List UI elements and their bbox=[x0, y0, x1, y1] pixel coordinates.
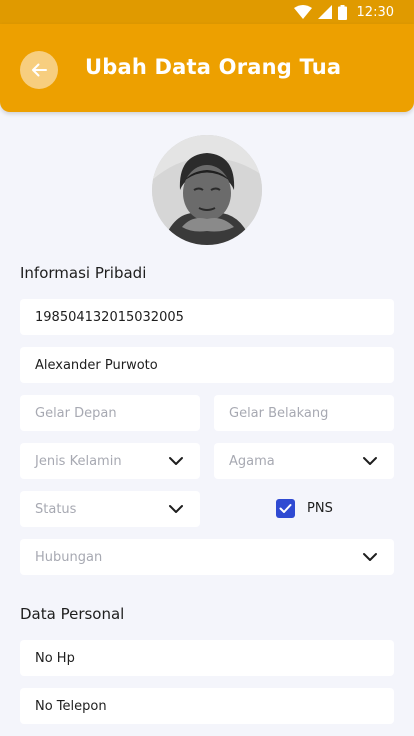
chevron-down-icon bbox=[169, 505, 183, 513]
page-title: Ubah Data Orang Tua bbox=[85, 55, 342, 79]
avatar[interactable] bbox=[152, 135, 262, 245]
arrow-left-icon bbox=[32, 63, 47, 77]
mobile-number-field[interactable]: No Hp bbox=[20, 640, 394, 676]
profile-photo bbox=[152, 135, 262, 245]
chevron-down-icon bbox=[363, 553, 377, 561]
name-field[interactable]: Alexander Purwoto bbox=[20, 347, 394, 383]
status-select-placeholder: Status bbox=[35, 501, 77, 517]
phone-number-field[interactable]: No Telepon bbox=[20, 688, 394, 724]
nip-field[interactable]: 198504132015032005 bbox=[20, 299, 394, 335]
chevron-down-icon bbox=[363, 457, 377, 465]
battery-icon bbox=[337, 4, 347, 20]
gender-select-placeholder: Jenis Kelamin bbox=[35, 453, 122, 469]
religion-select-placeholder: Agama bbox=[229, 453, 275, 469]
status-icons: 12:30 bbox=[293, 3, 394, 21]
wifi-icon bbox=[293, 5, 312, 19]
status-time: 12:30 bbox=[356, 4, 394, 20]
signal-icon bbox=[317, 5, 332, 19]
section-title-personal-data: Data Personal bbox=[20, 605, 125, 623]
section-title-personal-info: Informasi Pribadi bbox=[20, 264, 147, 282]
chevron-down-icon bbox=[169, 457, 183, 465]
app-bar: Ubah Data Orang Tua bbox=[0, 24, 414, 112]
pns-checkbox[interactable]: PNS bbox=[276, 499, 333, 518]
checkbox-checked-icon bbox=[276, 499, 295, 518]
status-select[interactable]: Status bbox=[20, 491, 200, 527]
gender-select[interactable]: Jenis Kelamin bbox=[20, 443, 200, 479]
back-button[interactable] bbox=[20, 51, 58, 89]
front-title-field[interactable]: Gelar Depan bbox=[20, 395, 200, 431]
back-title-field[interactable]: Gelar Belakang bbox=[214, 395, 394, 431]
religion-select[interactable]: Agama bbox=[214, 443, 394, 479]
relationship-select-placeholder: Hubungan bbox=[35, 549, 103, 565]
status-bar: 12:30 bbox=[0, 0, 414, 24]
pns-label: PNS bbox=[307, 501, 333, 516]
relationship-select[interactable]: Hubungan bbox=[20, 539, 394, 575]
